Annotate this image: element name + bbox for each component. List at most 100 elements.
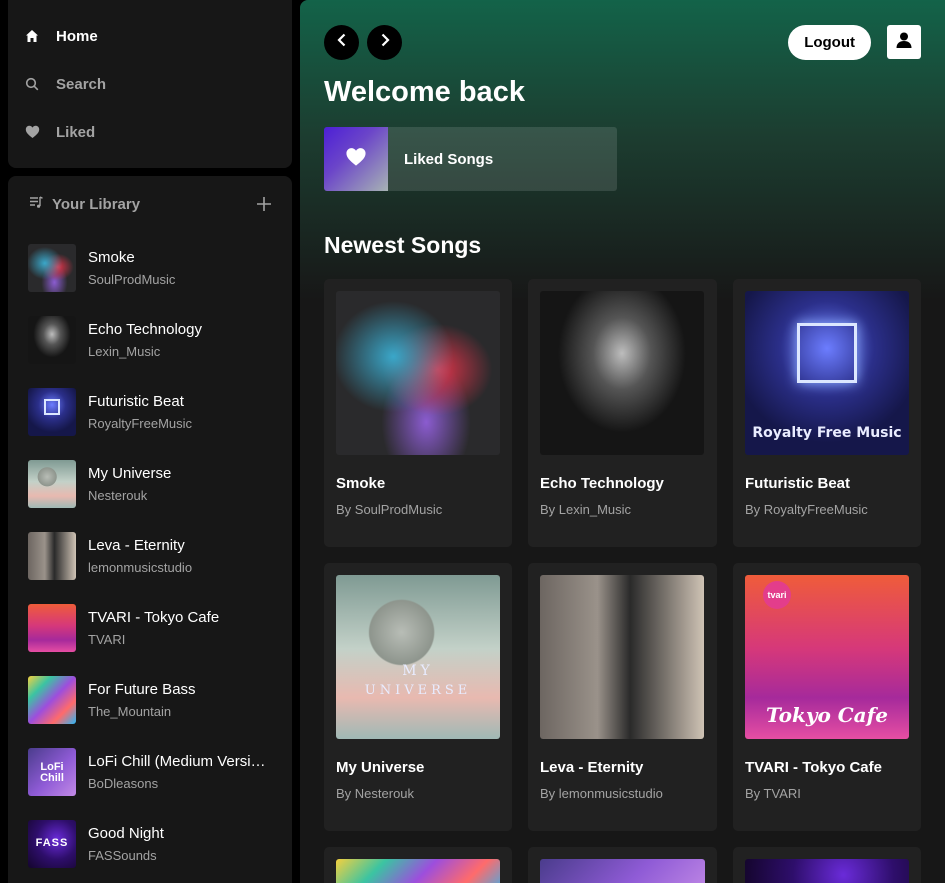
heart-icon [345,147,367,172]
app-window: Home Search Liked Your Library Smoke Sou… [0,0,945,883]
list-item[interactable]: Leva - Eternity lemonmusicstudio [28,520,280,592]
song-thumbnail [28,460,76,508]
thumbnail-caption: FASS [35,837,69,849]
song-name: For Future Bass [88,681,196,698]
library-header: Your Library [8,176,292,232]
song-title: Echo Technology [540,475,664,492]
song-card[interactable]: Echo Technology By Lexin_Music [528,279,717,547]
song-title: Leva - Eternity [540,759,644,776]
song-thumbnail: LoFi Chill [28,748,76,796]
song-card[interactable] [733,847,921,883]
sidebar-item-label: Home [56,27,98,45]
library-list: Smoke SoulProdMusic Echo Technology Lexin_… [8,232,292,880]
library-panel: Your Library Smoke SoulProdMusic Echo Tec… [8,176,292,883]
list-item[interactable]: For Future Bass The_Mountain [28,664,280,736]
song-thumbnail [28,316,76,364]
liked-songs-card[interactable]: Liked Songs [324,127,617,191]
sidebar-item-search[interactable]: Search [8,60,292,108]
library-title: Your Library [52,195,141,213]
song-title: My Universe [336,759,425,776]
song-artist: FASSounds [88,848,157,863]
song-name: Echo Technology [88,321,202,338]
song-card[interactable]: Leva - Eternity By lemonmusicstudio [528,563,717,831]
song-artwork [336,291,500,455]
song-artist: SoulProdMusic [88,272,176,287]
song-name: My Universe [88,465,172,482]
chevron-left-icon [336,33,348,52]
song-artwork: MY UNIVERSE [336,575,500,739]
user-profile-button[interactable] [887,25,921,59]
song-name: Good Night [88,825,164,842]
song-artist: RoyaltyFreeMusic [88,416,193,431]
logout-button[interactable]: Logout [788,24,871,60]
list-item[interactable]: Echo Technology Lexin_Music [28,304,280,376]
section-title: Newest Songs [324,232,482,258]
song-thumbnail [28,532,76,580]
heart-icon [24,124,40,140]
song-artist: By lemonmusicstudio [540,786,663,801]
song-thumbnail [28,604,76,652]
library-icon [28,194,44,215]
library-title-button[interactable]: Your Library [28,194,140,215]
song-name: TVARI - Tokyo Cafe [88,609,220,626]
song-artist: Lexin_Music [88,344,161,359]
song-name: Smoke [88,249,135,266]
home-icon [24,28,40,44]
artwork-badge: tvari [763,581,791,609]
song-thumbnail [28,676,76,724]
list-item[interactable]: TVARI - Tokyo Cafe TVARI [28,592,280,664]
song-title: Futuristic Beat [745,475,851,492]
sidebar-item-liked[interactable]: Liked [8,108,292,156]
song-artwork: tvari Tokyo Cafe [745,575,909,739]
song-name: Futuristic Beat [88,393,184,410]
song-artist: By RoyaltyFreeMusic [745,502,868,517]
artwork-frame [797,323,857,384]
list-item[interactable]: My Universe Nesterouk [28,448,280,520]
list-item[interactable]: Futuristic Beat RoyaltyFreeMusic [28,376,280,448]
top-bar: Logout [324,24,921,60]
list-item[interactable]: Smoke SoulProdMusic [28,232,280,304]
song-card[interactable] [528,847,717,883]
sidebar-item-label: Search [56,75,107,93]
user-icon [895,31,913,54]
list-item[interactable]: LoFi Chill LoFi Chill (Medium Version) Bo… [28,736,280,808]
song-title: Smoke [336,475,386,492]
chevron-right-icon [379,33,391,52]
song-artwork: Royalty Free Music [745,291,909,455]
forward-button[interactable] [367,24,402,60]
song-artist: By Nesterouk [336,786,415,801]
song-name: LoFi Chill (Medium Version) [88,753,272,770]
song-artwork [540,291,704,455]
song-artist: By SoulProdMusic [336,502,443,517]
song-card[interactable]: Smoke By SoulProdMusic [324,279,512,547]
song-artist: By TVARI [745,786,801,801]
artwork-caption: Tokyo Cafe [766,703,888,727]
song-artist: TVARI [88,632,126,647]
list-item[interactable]: FASS Good Night FASSounds [28,808,280,880]
song-artwork [336,859,500,883]
page-title: Welcome back [324,76,525,108]
song-card[interactable]: tvari Tokyo Cafe TVARI - Tokyo Cafe By T… [733,563,921,831]
sidebar-item-home[interactable]: Home [8,12,292,60]
liked-songs-label: Liked Songs [404,150,494,168]
back-button[interactable] [324,24,359,60]
song-artwork [745,859,909,883]
thumbnail-caption: LoFi Chill [40,761,64,784]
main-content: Logout Welcome back Liked Songs Newest S… [300,0,945,883]
song-artist: lemonmusicstudio [88,560,193,575]
song-card[interactable] [324,847,512,883]
song-artist: Nesterouk [88,488,148,503]
song-thumbnail [28,244,76,292]
song-artist: By Lexin_Music [540,502,632,517]
plus-icon[interactable] [256,196,272,212]
song-card[interactable]: MY UNIVERSE My Universe By Nesterouk [324,563,512,831]
song-artwork [540,859,705,883]
liked-songs-art [324,127,388,191]
song-card[interactable]: Royalty Free Music Futuristic Beat By Ro… [733,279,921,547]
song-thumbnail [28,388,76,436]
song-artwork [540,575,704,739]
artwork-caption: Royalty Free Music [752,425,902,441]
song-artist: The_Mountain [88,704,172,719]
artwork-caption: UNIVERSE [364,683,472,698]
songs-grid: Smoke By SoulProdMusic Echo Technology B… [324,279,921,831]
